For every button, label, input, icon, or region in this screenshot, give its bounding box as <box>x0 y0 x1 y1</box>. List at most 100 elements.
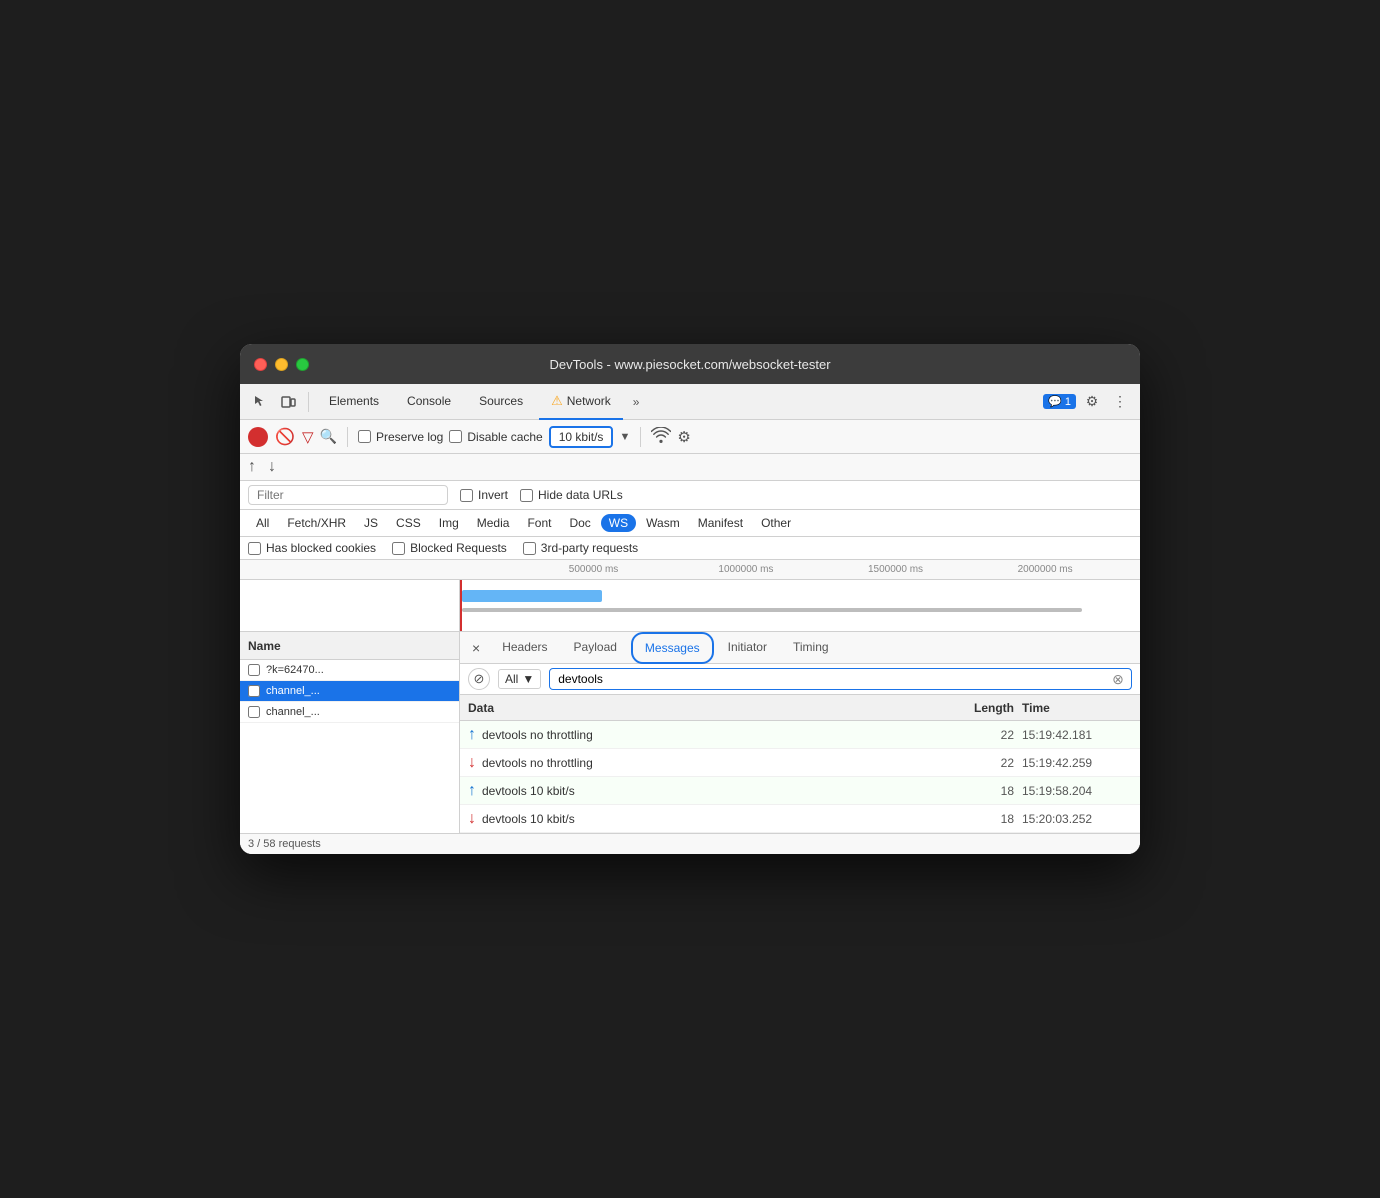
has-blocked-cookies-checkbox[interactable]: Has blocked cookies <box>248 541 376 555</box>
record-button[interactable] <box>248 427 268 447</box>
ruler-mark-2000k: 2000000 ms <box>1018 564 1073 575</box>
settings-gear-icon[interactable]: ⚙ <box>1080 390 1104 414</box>
traffic-lights <box>254 358 309 371</box>
filter-options: Invert Hide data URLs <box>460 488 623 502</box>
filter-bar: Invert Hide data URLs <box>240 481 1140 510</box>
more-tabs-button[interactable]: » <box>627 384 646 420</box>
timeline-bar-selected <box>462 590 602 602</box>
type-btn-doc[interactable]: Doc <box>561 514 598 532</box>
detail-tab-messages[interactable]: Messages <box>631 632 714 664</box>
type-btn-ws[interactable]: WS <box>601 514 636 532</box>
third-party-input[interactable] <box>523 542 536 555</box>
hide-data-urls-input[interactable] <box>520 489 533 502</box>
detail-tab-payload[interactable]: Payload <box>562 632 629 664</box>
throttle-button[interactable]: 10 kbit/s <box>549 426 614 448</box>
timeline-bar-area <box>240 580 1140 632</box>
throttle-dropdown-arrow[interactable]: ▼ <box>619 431 630 443</box>
search-icon[interactable]: 🔍 <box>320 428 337 445</box>
message-row-0[interactable]: ↑ devtools no throttling 22 15:19:42.181 <box>460 721 1140 749</box>
detail-pane: × Headers Payload Messages Initiator Tim… <box>460 632 1140 833</box>
network-settings-icon[interactable]: ⚙ <box>677 428 690 446</box>
invert-input[interactable] <box>460 489 473 502</box>
requests-list: Name ?k=62470... channel_... channel_... <box>240 632 460 833</box>
type-btn-css[interactable]: CSS <box>388 514 429 532</box>
type-btn-all[interactable]: All <box>248 514 277 532</box>
request-row-1[interactable]: channel_... <box>240 681 459 702</box>
disable-cache-checkbox[interactable]: Disable cache <box>449 430 542 444</box>
ruler-mark-500k: 500000 ms <box>569 564 618 575</box>
timeline-graph <box>460 580 1140 631</box>
hide-data-urls-checkbox[interactable]: Hide data URLs <box>520 488 623 502</box>
detail-tab-headers[interactable]: Headers <box>490 632 559 664</box>
clear-button[interactable]: 🚫 <box>274 426 296 448</box>
preserve-log-input[interactable] <box>358 430 371 443</box>
messages-header-row: Data Length Time <box>460 695 1140 721</box>
tab-console[interactable]: Console <box>395 384 463 420</box>
message-row-1[interactable]: ↓ devtools no throttling 22 15:19:42.259 <box>460 749 1140 777</box>
message-row-2[interactable]: ↑ devtools 10 kbit/s 18 15:19:58.204 <box>460 777 1140 805</box>
timeline-bar-total <box>462 608 1082 612</box>
req-checkbox-2[interactable] <box>248 706 260 718</box>
chat-icon: 💬 <box>1048 395 1062 408</box>
request-row-2[interactable]: channel_... <box>240 702 459 723</box>
preserve-log-checkbox[interactable]: Preserve log <box>358 430 443 444</box>
disable-cache-input[interactable] <box>449 430 462 443</box>
ruler-mark-1000k: 1000000 ms <box>718 564 773 575</box>
status-text: 3 / 58 requests <box>248 838 321 850</box>
filter-funnel-icon[interactable]: ▽ <box>302 428 314 446</box>
type-btn-wasm[interactable]: Wasm <box>638 514 688 532</box>
type-btn-js[interactable]: JS <box>356 514 386 532</box>
blocked-requests-input[interactable] <box>392 542 405 555</box>
devtools-body: Elements Console Sources ⚠ Network » 💬 1… <box>240 384 1140 854</box>
detail-tab-timing[interactable]: Timing <box>781 632 841 664</box>
timeline-name-col <box>240 580 460 631</box>
arrow-up-icon-0: ↑ <box>468 726 476 744</box>
window-title: DevTools - www.piesocket.com/websocket-t… <box>549 357 830 372</box>
has-blocked-cookies-input[interactable] <box>248 542 261 555</box>
upload-button[interactable]: ↑ <box>248 458 256 476</box>
toolbar-right: 💬 1 ⚙ ⋮ <box>1043 390 1132 414</box>
tab-elements[interactable]: Elements <box>317 384 391 420</box>
blocked-requests-checkbox[interactable]: Blocked Requests <box>392 541 507 555</box>
request-row-0[interactable]: ?k=62470... <box>240 660 459 681</box>
timeline-red-line <box>460 580 462 631</box>
devtools-window: DevTools - www.piesocket.com/websocket-t… <box>240 344 1140 854</box>
download-button[interactable]: ↓ <box>268 458 276 476</box>
device-icon[interactable] <box>276 390 300 414</box>
messages-badge[interactable]: 💬 1 <box>1043 394 1076 409</box>
close-button[interactable] <box>254 358 267 371</box>
messages-filter-no-icon[interactable]: ⊘ <box>468 668 490 690</box>
inspect-icon[interactable] <box>248 390 272 414</box>
timeline-header: 500000 ms 1000000 ms 1500000 ms 2000000 … <box>240 560 1140 580</box>
messages-table: Data Length Time ↑ devtools no throttlin… <box>460 695 1140 833</box>
messages-all-dropdown[interactable]: All ▼ <box>498 669 541 689</box>
invert-checkbox[interactable]: Invert <box>460 488 508 502</box>
warning-icon: ⚠ <box>551 393 563 409</box>
minimize-button[interactable] <box>275 358 288 371</box>
wifi-icon[interactable] <box>651 427 671 447</box>
type-btn-img[interactable]: Img <box>431 514 467 532</box>
type-btn-media[interactable]: Media <box>469 514 518 532</box>
messages-filter-bar: ⊘ All ▼ ⊗ <box>460 664 1140 695</box>
detail-tab-initiator[interactable]: Initiator <box>716 632 779 664</box>
top-toolbar: Elements Console Sources ⚠ Network » 💬 1… <box>240 384 1140 420</box>
req-checkbox-1[interactable] <box>248 685 260 697</box>
messages-search-input[interactable] <box>549 668 1132 690</box>
filter-input[interactable] <box>248 485 448 505</box>
tab-sources[interactable]: Sources <box>467 384 535 420</box>
titlebar: DevTools - www.piesocket.com/websocket-t… <box>240 344 1140 384</box>
more-options-icon[interactable]: ⋮ <box>1108 390 1132 414</box>
req-checkbox-0[interactable] <box>248 664 260 676</box>
type-btn-fetch-xhr[interactable]: Fetch/XHR <box>279 514 354 532</box>
type-btn-manifest[interactable]: Manifest <box>690 514 751 532</box>
type-btn-other[interactable]: Other <box>753 514 799 532</box>
tab-network[interactable]: ⚠ Network <box>539 384 623 420</box>
clear-search-icon[interactable]: ⊗ <box>1108 669 1128 689</box>
maximize-button[interactable] <box>296 358 309 371</box>
detail-close-button[interactable]: × <box>468 640 484 656</box>
third-party-checkbox[interactable]: 3rd-party requests <box>523 541 638 555</box>
type-btn-font[interactable]: Font <box>519 514 559 532</box>
message-row-3[interactable]: ↓ devtools 10 kbit/s 18 15:20:03.252 <box>460 805 1140 833</box>
requests-header: Name <box>240 632 459 660</box>
arrow-up-icon-2: ↑ <box>468 782 476 800</box>
